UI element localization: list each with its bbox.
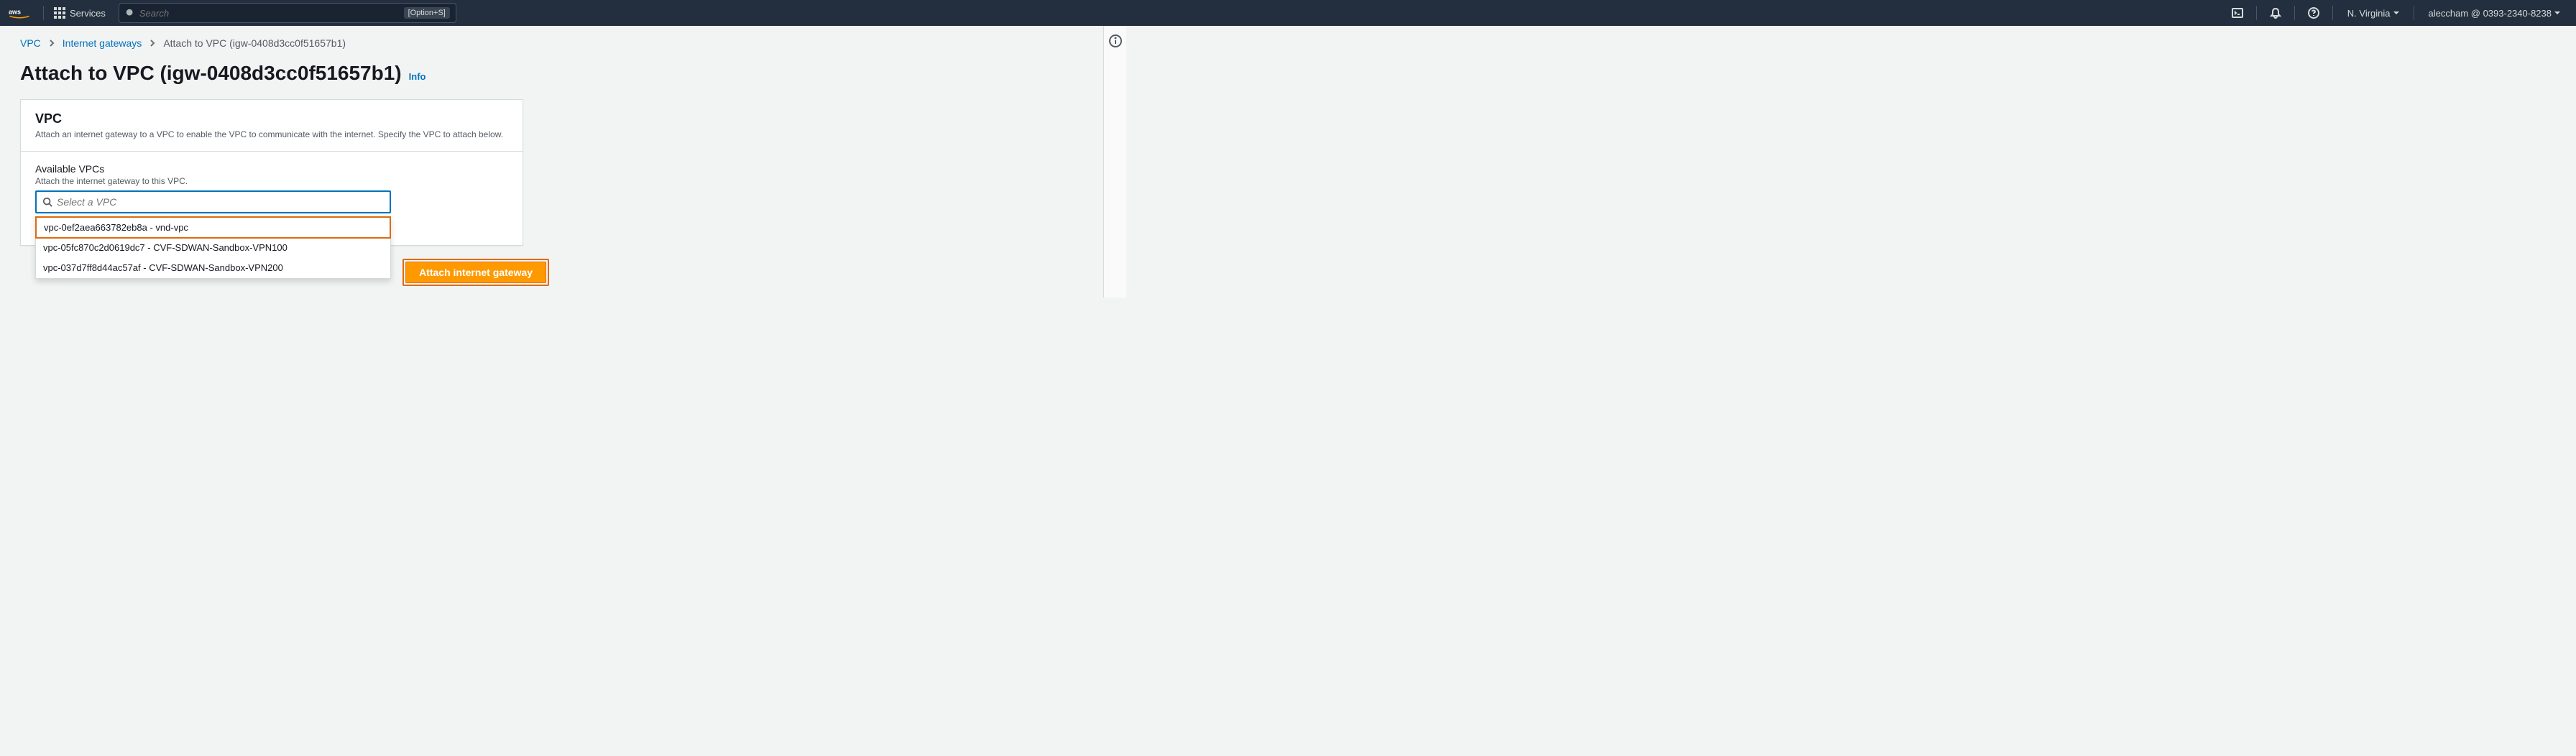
breadcrumb-link-igw[interactable]: Internet gateways: [63, 37, 142, 49]
vpc-select[interactable]: [35, 190, 391, 213]
region-selector[interactable]: N. Virginia: [2340, 5, 2406, 22]
account-label: aleccham @ 0393-2340-8238: [2429, 8, 2552, 19]
main-content: VPC Internet gateways Attach to VPC (igw…: [0, 26, 1103, 298]
divider: [2294, 6, 2295, 20]
vpc-panel: VPC Attach an internet gateway to a VPC …: [20, 99, 523, 246]
chevron-down-icon: [2554, 11, 2560, 14]
field-description: Attach the internet gateway to this VPC.: [35, 176, 508, 186]
vpc-option[interactable]: vpc-037d7ff8d44ac57af - CVF-SDWAN-Sandbo…: [36, 258, 390, 278]
vpc-option[interactable]: vpc-05fc870c2d0619dc7 - CVF-SDWAN-Sandbo…: [36, 238, 390, 258]
attach-button-highlight: Attach internet gateway: [402, 259, 549, 286]
region-label: N. Virginia: [2347, 8, 2391, 19]
breadcrumb: VPC Internet gateways Attach to VPC (igw…: [20, 37, 1083, 49]
terminal-icon: [2232, 7, 2243, 19]
help-icon: [2308, 7, 2319, 19]
help-button[interactable]: [2302, 3, 2325, 23]
info-link[interactable]: Info: [409, 71, 426, 82]
services-label: Services: [70, 8, 106, 19]
search-shortcut: [Option+S]: [404, 7, 450, 19]
breadcrumb-current: Attach to VPC (igw-0408d3cc0f51657b1): [163, 37, 346, 49]
help-panel-toggle[interactable]: [1103, 26, 1126, 298]
services-menu-button[interactable]: Services: [48, 4, 111, 22]
svg-text:aws: aws: [9, 9, 21, 16]
cloudshell-button[interactable]: [2226, 3, 2249, 23]
vpc-select-input[interactable]: [57, 196, 384, 208]
info-icon: [1109, 38, 1122, 50]
chevron-right-icon: [149, 37, 156, 49]
divider: [2332, 6, 2333, 20]
panel-description: Attach an internet gateway to a VPC to e…: [35, 129, 508, 139]
global-search[interactable]: [Option+S]: [119, 3, 456, 23]
grid-icon: [54, 7, 65, 19]
breadcrumb-link-vpc[interactable]: VPC: [20, 37, 41, 49]
account-selector[interactable]: aleccham @ 0393-2340-8238: [2421, 5, 2567, 22]
attach-button[interactable]: Attach internet gateway: [405, 262, 546, 283]
divider: [43, 6, 44, 20]
divider: [2256, 6, 2257, 20]
search-icon: [125, 8, 135, 18]
field-label: Available VPCs: [35, 163, 508, 175]
chevron-down-icon: [2393, 11, 2399, 14]
page-title: Attach to VPC (igw-0408d3cc0f51657b1): [20, 62, 402, 85]
aws-logo[interactable]: aws: [9, 6, 30, 19]
header-right: N. Virginia aleccham @ 0393-2340-8238: [2226, 3, 2567, 23]
panel-title: VPC: [35, 111, 508, 126]
vpc-option[interactable]: vpc-0ef2aea663782eb8a - vnd-vpc: [35, 216, 391, 239]
search-icon: [42, 197, 52, 207]
search-input[interactable]: [139, 8, 404, 19]
vpc-dropdown-list: vpc-0ef2aea663782eb8a - vnd-vpc vpc-05fc…: [35, 216, 391, 279]
top-nav: aws Services [Option+S] N. Virginia alec…: [0, 0, 2576, 26]
bell-icon: [2270, 7, 2281, 19]
notifications-button[interactable]: [2264, 3, 2287, 23]
chevron-right-icon: [48, 37, 55, 49]
